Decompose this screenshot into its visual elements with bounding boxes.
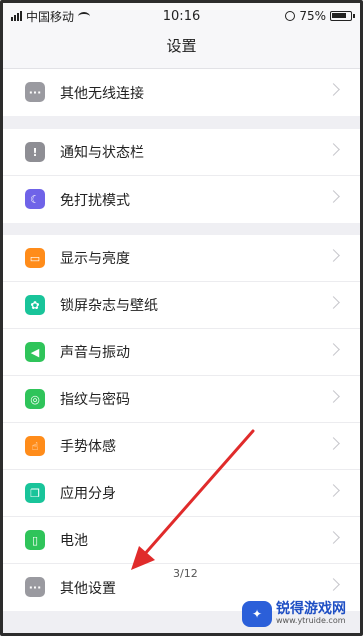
speaker-icon: ◀ [25,342,45,362]
settings-item-display[interactable]: ▭ 显示与亮度 [3,235,360,282]
display-icon: ▭ [25,248,45,268]
watermark-title: 锐得游戏网 [276,601,346,618]
settings-item-label: 其他设置 [60,580,116,597]
chevron-right-icon [327,343,340,356]
chevron-right-icon [327,437,340,450]
chevron-right-icon [327,390,340,403]
moon-icon: ☾ [25,189,45,209]
settings-item-battery[interactable]: ▯ 电池 [3,517,360,564]
clone-icon: ❐ [25,483,45,503]
settings-item-label: 显示与亮度 [60,251,130,267]
page-title: 设置 [3,29,360,69]
flower-icon: ✿ [25,295,45,315]
settings-item-label: 电池 [60,533,88,549]
chevron-right-icon [327,578,340,591]
notification-icon: ! [25,142,45,162]
more-icon: ··· [25,82,45,102]
settings-item-fingerprint[interactable]: ◎ 指纹与密码 [3,376,360,423]
settings-group-device: ▭ 显示与亮度 ✿ 锁屏杂志与壁纸 ◀ 声音与振动 ◎ 指纹与密码 ☝ 手势体感… [3,235,360,611]
battery-icon [330,11,355,21]
fingerprint-icon: ◎ [25,389,45,409]
settings-item-label: 应用分身 [60,486,116,502]
settings-item-notifications[interactable]: ! 通知与状态栏 [3,129,360,176]
chevron-right-icon [327,249,340,262]
settings-item-label: 锁屏杂志与壁纸 [60,298,158,314]
settings-item-other-wireless[interactable]: ··· 其他无线连接 [3,69,360,116]
settings-item-label: 声音与振动 [60,345,130,361]
hand-icon: ☝ [25,436,45,456]
watermark: ✦ 锐得游戏网 www.ytruide.com [242,599,354,629]
watermark-url: www.ytruide.com [276,616,346,626]
settings-item-label: 其他无线连接 [60,85,144,102]
chevron-right-icon [327,190,340,203]
settings-item-label: 手势体感 [60,439,116,455]
page-indicator: 3/12 [173,567,198,580]
settings-group-connections: ··· 其他无线连接 [3,69,360,116]
chevron-right-icon [327,83,340,96]
settings-item-gestures[interactable]: ☝ 手势体感 [3,423,360,470]
settings-item-lockscreen[interactable]: ✿ 锁屏杂志与壁纸 [3,282,360,329]
chevron-right-icon [327,296,340,309]
phone-screen: 中国移动 10:16 75% 设置 ··· 其他无线连接 ! 通知与状态栏 ☾ … [0,0,363,636]
battery-icon: ▯ [25,530,45,550]
chevron-right-icon [327,531,340,544]
settings-group-notifications: ! 通知与状态栏 ☾ 免打扰模式 [3,129,360,223]
settings-item-label: 免打扰模式 [60,192,130,209]
chevron-right-icon [327,484,340,497]
chevron-right-icon [327,143,340,156]
battery-percent: 75% [299,9,326,23]
settings-item-label: 指纹与密码 [60,392,130,408]
settings-item-app-clone[interactable]: ❐ 应用分身 [3,470,360,517]
alarm-icon [285,11,296,21]
settings-item-do-not-disturb[interactable]: ☾ 免打扰模式 [3,176,360,223]
settings-item-sound[interactable]: ◀ 声音与振动 [3,329,360,376]
gamepad-icon: ✦ [242,601,272,627]
settings-item-label: 通知与状态栏 [60,145,144,161]
more-icon: ··· [25,577,45,597]
status-bar: 中国移动 10:16 75% [3,3,360,29]
